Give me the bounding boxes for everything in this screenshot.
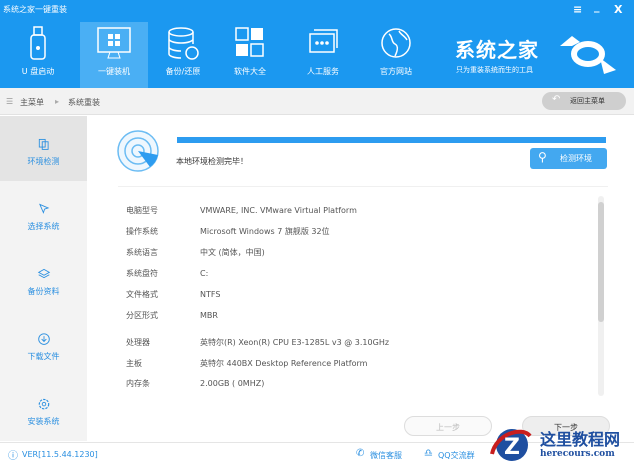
sidebar-label: 下载文件 — [27, 352, 60, 361]
qq-icon: ♎ — [424, 448, 433, 459]
detect-progress-bar — [177, 137, 606, 143]
back-to-menu-button[interactable]: ↶ 返回主菜单 — [542, 92, 626, 110]
menu-icon[interactable]: ≡ — [573, 3, 582, 16]
download-icon — [37, 333, 50, 345]
brand-slogan: 只为重装系统而生的工具 — [456, 66, 533, 74]
back-label: 返回主菜单 — [570, 97, 605, 105]
info-row: 内存条 2.00GB ( 0MHZ) — [126, 378, 264, 389]
sidebar-item-install[interactable]: 安装系统 — [0, 376, 87, 441]
info-key: 操作系统 — [126, 227, 158, 236]
detect-status: 本地环境检测完毕！ — [176, 157, 248, 166]
info-row: 处理器 英特尔(R) Xeon(R) CPU E3-1285L v3 @ 3.10… — [126, 337, 389, 348]
version: VER[11.5.44.1230] — [22, 450, 98, 459]
info-row: 系统盘符 C: — [126, 268, 208, 279]
nav-backup-restore[interactable]: 备份/还原 — [155, 22, 211, 88]
layers-icon — [37, 268, 50, 279]
cursor-icon — [38, 203, 49, 214]
info-value: Microsoft Windows 7 旗舰版 32位 — [200, 227, 330, 236]
list-icon: ☰ — [6, 97, 14, 106]
info-row: 主板 英特尔 440BX Desktop Reference Platform — [126, 358, 367, 369]
apps-grid-icon — [235, 27, 264, 57]
brand-logo-icon — [560, 36, 616, 74]
sidebar: 环境检测 选择系统 备份资料 下载文件 安装系统 — [0, 116, 87, 441]
info-row: 操作系统 Microsoft Windows 7 旗舰版 32位 — [126, 226, 330, 237]
nav-support[interactable]: 人工服务 — [295, 22, 351, 88]
breadcrumb-current: 系统重装 — [68, 98, 100, 107]
nav-one-click-install[interactable]: 一键装机 — [80, 22, 148, 88]
info-icon: ⓘ — [8, 451, 18, 462]
info-value: 英特尔(R) Xeon(R) CPU E3-1285L v3 @ 3.10GHz — [200, 338, 390, 347]
copy-icon — [38, 138, 49, 150]
qq-group-link[interactable]: QQ交流群 — [438, 450, 475, 461]
info-value: NTFS — [200, 290, 221, 299]
info-key: 主板 — [126, 359, 142, 368]
close-button[interactable]: X — [614, 3, 622, 16]
sidebar-item-download[interactable]: 下载文件 — [0, 311, 87, 376]
database-icon — [168, 27, 199, 60]
info-key: 文件格式 — [126, 290, 158, 299]
nav-label: U 盘启动 — [21, 67, 55, 76]
prev-button[interactable]: 上一步 — [404, 416, 492, 436]
divider — [118, 186, 608, 187]
minimize-button[interactable]: _ — [594, 0, 600, 13]
info-value: MBR — [200, 311, 218, 320]
info-value: 中文 (简体，中国) — [200, 248, 265, 257]
info-key: 系统盘符 — [126, 269, 158, 278]
sidebar-item-backup[interactable]: 备份资料 — [0, 246, 87, 311]
radar-scan-icon — [117, 130, 159, 172]
window-title: 系统之家一键重装 — [3, 5, 67, 14]
globe-icon — [381, 28, 411, 58]
nav-label: 人工服务 — [307, 67, 339, 76]
info-row: 电脑型号 VMWARE, INC. VMware Virtual Platform — [126, 205, 357, 216]
info-key: 电脑型号 — [126, 206, 158, 215]
svg-text:Z: Z — [504, 435, 520, 460]
watermark: Z 这里教程网 herecours.com — [488, 420, 634, 467]
info-value: 英特尔 440BX Desktop Reference Platform — [200, 359, 368, 368]
info-value: C: — [200, 269, 209, 278]
info-row: 文件格式 NTFS — [126, 289, 220, 300]
info-key: 分区形式 — [126, 311, 158, 320]
sidebar-item-select-system[interactable]: 选择系统 — [0, 181, 87, 246]
breadcrumb-root[interactable]: 主菜单 — [20, 97, 44, 108]
sidebar-item-env-check[interactable]: 环境检测 — [0, 116, 87, 181]
info-value: 2.00GB ( 0MHZ) — [200, 379, 265, 388]
breadcrumb: ☰ 主菜单 ▸ 系统重装 — [0, 88, 634, 115]
sidebar-label: 安装系统 — [27, 417, 60, 426]
nav-label: 软件大全 — [234, 67, 266, 76]
sidebar-label: 选择系统 — [27, 222, 60, 231]
sidebar-label: 备份资料 — [27, 287, 60, 296]
detect-env-button[interactable]: ⚲ 检测环境 — [530, 148, 607, 169]
nav-label: 备份/还原 — [165, 67, 201, 76]
gear-icon — [38, 398, 49, 410]
info-key: 处理器 — [126, 338, 150, 347]
detect-label: 检测环境 — [560, 154, 592, 163]
search-icon: ⚲ — [538, 150, 547, 164]
info-row: 系统语言 中文 (简体，中国) — [126, 247, 265, 258]
undo-icon: ↶ — [552, 94, 561, 105]
scrollbar-thumb[interactable] — [598, 202, 604, 322]
monitor-windows-icon — [97, 27, 131, 59]
info-key: 系统语言 — [126, 248, 158, 257]
nav-website[interactable]: 官方网站 — [368, 22, 424, 88]
sidebar-label: 环境检测 — [27, 157, 60, 166]
info-value: VMWARE, INC. VMware Virtual Platform — [200, 206, 357, 215]
nav-label: 一键装机 — [98, 67, 130, 76]
chevron-right-icon: ▸ — [55, 97, 60, 106]
watermark-logo-icon: Z — [490, 429, 532, 461]
brand-name: 系统之家 — [455, 38, 539, 62]
wechat-support-link[interactable]: 微信客服 — [370, 450, 402, 461]
watermark-url: herecours.com — [540, 449, 615, 459]
watermark-title: 这里教程网 — [540, 430, 621, 449]
header: 系统之家一键重装 ≡ _ X U 盘启动 一键装机 备份/还原 软件大全 人工服… — [0, 0, 634, 88]
info-row: 分区形式 MBR — [126, 310, 218, 321]
nav-label: 官方网站 — [380, 67, 412, 76]
nav-software[interactable]: 软件大全 — [222, 22, 278, 88]
usb-icon — [30, 26, 46, 60]
chat-icon — [309, 29, 338, 53]
wechat-icon: ✆ — [356, 448, 365, 459]
nav-usb-boot[interactable]: U 盘启动 — [10, 22, 66, 88]
info-key: 内存条 — [126, 379, 150, 388]
